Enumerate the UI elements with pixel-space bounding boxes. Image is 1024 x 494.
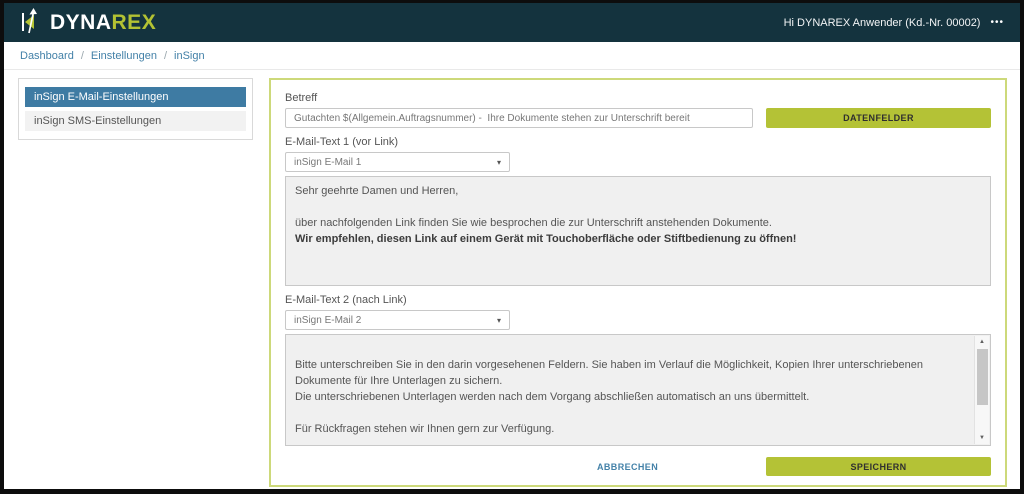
scrollbar-thumb[interactable] [977,349,988,405]
chevron-down-icon: ▾ [497,158,501,167]
save-button[interactable]: SPEICHERN [766,457,991,476]
breadcrumb-insign[interactable]: inSign [174,50,205,62]
email-text-2-label: E-Mail-Text 2 (nach Link) [285,294,991,306]
dynarex-logo-icon [20,7,45,39]
email-text-1-body-bold: Wir empfehlen, diesen Link auf einem Ger… [295,231,981,247]
form-actions: ABBRECHEN SPEICHERN [285,457,991,477]
email-text-2-select[interactable]: inSign E-Mail 2 ▾ [285,310,510,330]
scroll-down-icon[interactable]: ▼ [975,432,989,444]
user-menu-dots-icon[interactable]: ••• [990,17,1004,28]
email-text-1-body[interactable]: Sehr geehrte Damen und Herren, über nach… [285,176,991,286]
email-text-1-label: E-Mail-Text 1 (vor Link) [285,136,991,148]
email-text-2-body[interactable]: Bitte unterschreiben Sie in den darin vo… [285,334,991,446]
email-text-1-body-text: Sehr geehrte Damen und Herren, über nach… [295,183,981,231]
subject-input[interactable] [285,108,753,128]
email-text-2-selected-value: inSign E-Mail 2 [294,315,361,326]
chevron-down-icon: ▾ [497,316,501,325]
logo-wordmark: DYNAREX [50,11,156,35]
sidebar-item-insign-sms[interactable]: inSign SMS-Einstellungen [25,111,246,131]
user-greeting: Hi DYNAREX Anwender (Kd.-Nr. 00002) [784,17,981,29]
top-header: DYNAREX Hi DYNAREX Anwender (Kd.-Nr. 000… [4,3,1020,42]
breadcrumb-dashboard[interactable]: Dashboard [20,50,74,62]
cancel-button[interactable]: ABBRECHEN [597,462,658,472]
scroll-up-icon[interactable]: ▲ [975,336,989,348]
breadcrumb-separator: / [81,50,84,62]
email-text-1-select[interactable]: inSign E-Mail 1 ▾ [285,152,510,172]
breadcrumb: Dashboard / Einstellungen / inSign [4,42,1020,70]
email-text-2-body-text: Bitte unterschreiben Sie in den darin vo… [295,341,966,446]
scrollbar[interactable]: ▲ ▼ [974,336,989,444]
breadcrumb-einstellungen[interactable]: Einstellungen [91,50,157,62]
insign-email-settings-panel: Betreff DATENFELDER E-Mail-Text 1 (vor L… [269,78,1007,487]
subject-label: Betreff [285,92,991,104]
app-window: DYNAREX Hi DYNAREX Anwender (Kd.-Nr. 000… [0,0,1024,494]
email-text-1-selected-value: inSign E-Mail 1 [294,157,361,168]
sidebar-item-insign-email[interactable]: inSign E-Mail-Einstellungen [25,87,246,107]
breadcrumb-separator: / [164,50,167,62]
dynarex-logo[interactable]: DYNAREX [20,7,156,39]
datenfelder-button[interactable]: DATENFELDER [766,108,991,128]
settings-sidebar: inSign E-Mail-Einstellungen inSign SMS-E… [18,78,253,140]
content-area: inSign E-Mail-Einstellungen inSign SMS-E… [4,70,1020,489]
